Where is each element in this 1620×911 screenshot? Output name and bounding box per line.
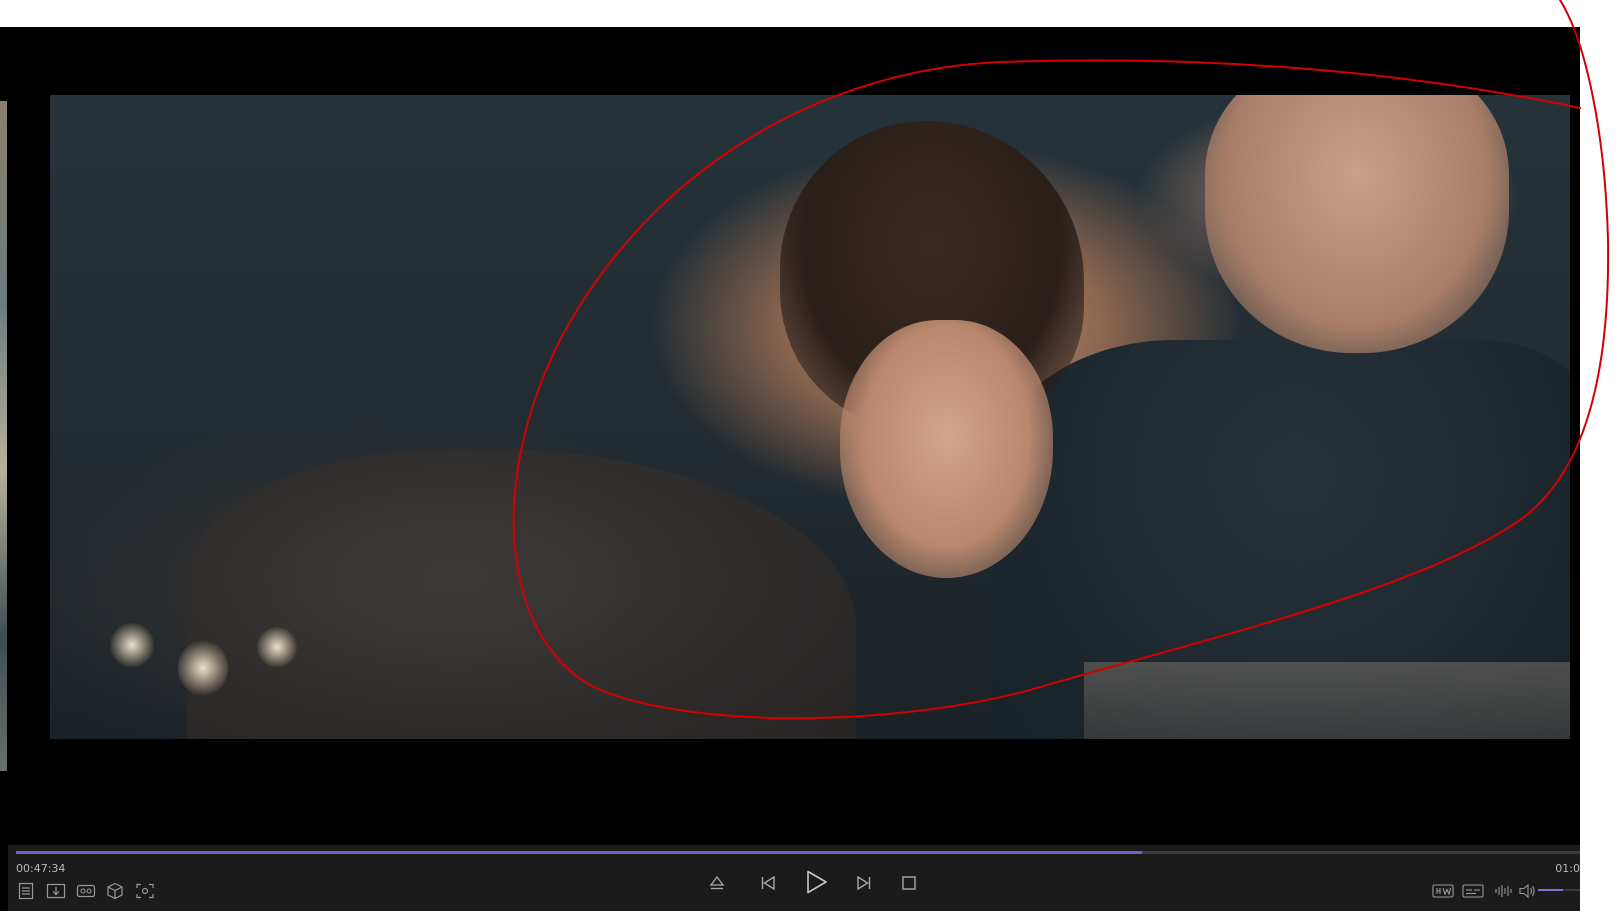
volume-icon[interactable] bbox=[1517, 881, 1537, 901]
seek-bar-progress bbox=[16, 851, 1143, 854]
video-table-highlight bbox=[1083, 661, 1570, 739]
hw-decode-icon[interactable] bbox=[1431, 881, 1455, 901]
play-icon[interactable] bbox=[801, 867, 831, 897]
eject-icon[interactable] bbox=[706, 872, 728, 894]
adjacent-window-edge bbox=[0, 101, 7, 771]
volume-slider[interactable] bbox=[1538, 889, 1580, 891]
bokeh-light bbox=[178, 640, 228, 696]
previous-icon[interactable] bbox=[757, 872, 779, 894]
seek-bar[interactable] bbox=[16, 851, 1580, 854]
screenshot-icon[interactable] bbox=[134, 881, 156, 901]
playlist-icon[interactable] bbox=[16, 881, 36, 901]
subtitle-icon[interactable] bbox=[1461, 881, 1485, 901]
video-subject-sweater bbox=[186, 449, 856, 739]
download-icon[interactable] bbox=[45, 881, 67, 901]
next-icon[interactable] bbox=[853, 872, 875, 894]
current-time: 00:47:34 bbox=[16, 862, 66, 875]
video-frame[interactable] bbox=[50, 95, 1570, 739]
video-subject-face bbox=[840, 320, 1054, 578]
audio-wave-icon[interactable] bbox=[1493, 881, 1515, 901]
vr-icon[interactable] bbox=[75, 881, 97, 901]
control-bar: 00:47:34 01:0 bbox=[8, 845, 1580, 911]
volume-slider-fill bbox=[1538, 889, 1564, 891]
bokeh-light bbox=[110, 623, 154, 667]
video-subject-man-face bbox=[1205, 95, 1510, 353]
bokeh-light bbox=[257, 627, 297, 667]
3d-cube-icon[interactable] bbox=[105, 881, 125, 901]
total-time: 01:0 bbox=[1555, 862, 1580, 875]
stop-icon[interactable] bbox=[898, 872, 920, 894]
